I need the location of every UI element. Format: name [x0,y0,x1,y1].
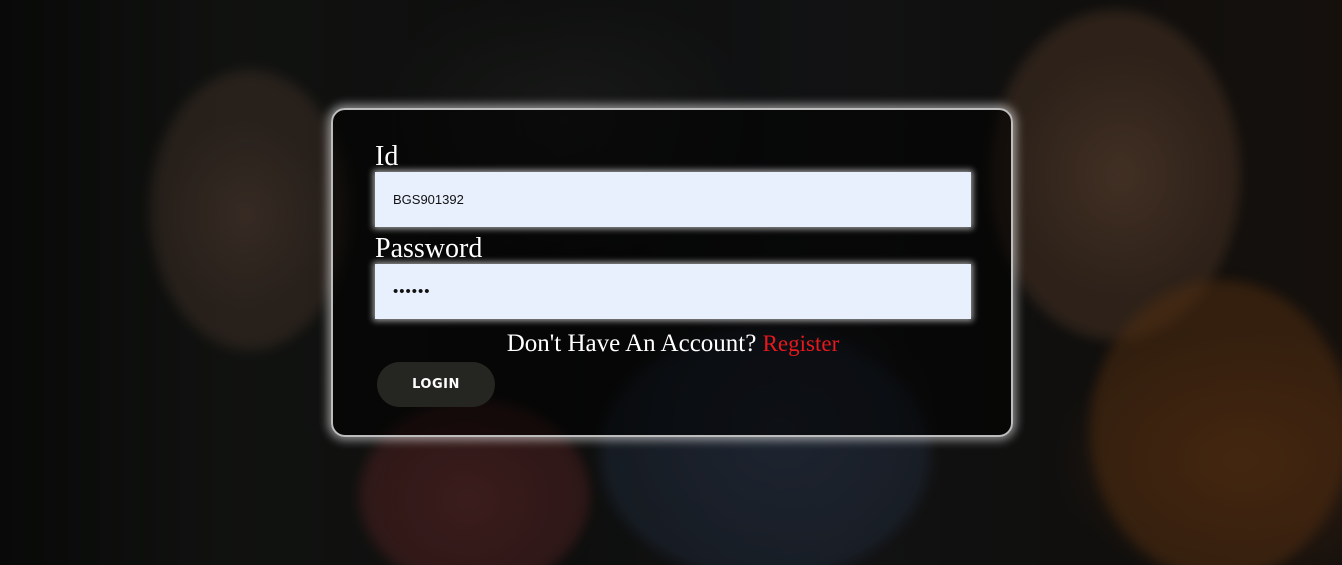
id-label: Id [375,141,399,172]
id-input[interactable] [375,172,971,227]
login-form: Id Password Don't Have An Account? Regis… [331,108,1013,437]
register-prompt: Don't Have An Account? Register [333,330,1011,358]
page-background: Id Password Don't Have An Account? Regis… [0,0,1342,565]
password-input[interactable] [375,264,971,319]
register-link[interactable]: Register [763,331,840,356]
login-button[interactable]: LOGIN [377,362,495,407]
account-prompt-text: Don't Have An Account? [506,330,757,357]
password-label: Password [375,233,483,264]
